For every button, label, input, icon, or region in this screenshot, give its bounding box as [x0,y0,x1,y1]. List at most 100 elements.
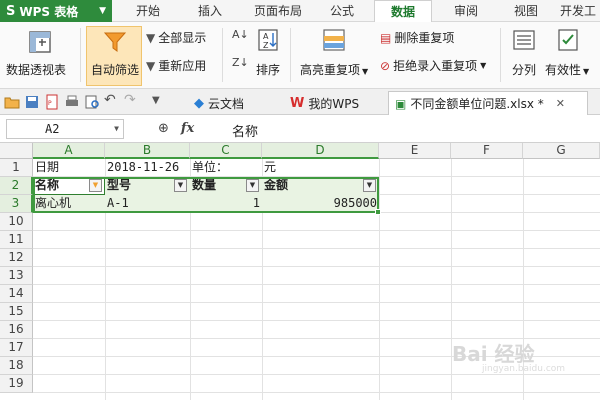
select-all-corner[interactable] [0,143,33,159]
customize-toolbar-icon[interactable]: ▼ [152,95,168,111]
reject-duplicates-icon: ⊘ [380,58,391,73]
delete-duplicates-button[interactable]: ▤ 删除重复项 [380,29,454,46]
formula-bar: A2 ▼ ⊕ fx 名称 [0,115,600,143]
reapply-label: 重新应用 [158,59,207,73]
tab-developer[interactable]: 开发工 [560,0,600,22]
row-header-18[interactable]: 18 [0,357,33,375]
reject-duplicates-label: 拒绝录入重复项 [393,59,478,73]
save-icon[interactable] [24,94,40,110]
col-header-g[interactable]: G [523,143,600,159]
cell-b1[interactable]: 2018-11-26 [105,159,190,177]
tab-review[interactable]: 审阅 [440,0,492,22]
fx-icon[interactable]: fx [181,121,194,136]
sheet-file-icon: ▣ [395,96,407,111]
tab-page-layout[interactable]: 页面布局 [246,0,310,22]
cell-ref: A2 [45,122,60,136]
open-folder-icon[interactable] [4,94,20,110]
chevron-down-icon[interactable]: ▼ [114,120,119,138]
name-box[interactable]: A2 ▼ [6,119,124,139]
reapply-button[interactable]: ▼ 重新应用 [146,57,206,74]
sort-label: 排序 [256,63,281,77]
row-header-11[interactable]: 11 [0,231,33,249]
gridline [33,374,600,375]
col-header-f[interactable]: F [451,143,523,159]
row-header-17[interactable]: 17 [0,339,33,357]
gridline [33,320,600,321]
cell-c1[interactable]: 单位： [190,159,262,177]
redo-icon[interactable]: ↷ [124,92,140,108]
row-header-3[interactable]: 3 [0,195,33,213]
col-header-c[interactable]: C [190,143,262,159]
chevron-down-icon: ▼ [99,6,106,16]
formula-input[interactable]: 名称 [232,121,258,140]
tab-insert[interactable]: 插入 [186,0,234,22]
show-all-label: 全部显示 [158,31,207,45]
export-pdf-icon[interactable]: P [44,94,60,110]
cell-a1[interactable]: 日期 [33,159,105,177]
app-menu-button[interactable]: S WPS 表格 ▼ [0,0,112,22]
svg-text:A: A [263,32,269,41]
delete-duplicates-label: 删除重复项 [394,31,455,45]
gridline [33,266,600,267]
close-icon[interactable]: ✕ [556,97,565,110]
gridline [33,248,600,249]
col-header-a[interactable]: A [33,143,105,159]
doc-tab-active[interactable]: ▣ 不同金额单位问题.xlsx * ✕ [388,91,588,115]
reject-duplicates-button[interactable]: ⊘ 拒绝录入重复项 ▼ [380,57,486,74]
row-header-14[interactable]: 14 [0,285,33,303]
row-header-15[interactable]: 15 [0,303,33,321]
gridline [379,159,380,400]
ribbon-separator [80,28,81,82]
sort-asc-button[interactable]: A↓ [232,28,249,41]
funnel-small-icon: ▼ [146,30,156,45]
ribbon-separator [500,28,501,82]
gridline [33,284,600,285]
wps-icon: W [290,95,305,111]
print-icon[interactable] [64,94,80,110]
watermark-sub: jingyan.baidu.com [482,364,566,374]
validity-icon [558,29,578,51]
gridline [33,302,600,303]
tab-home[interactable]: 开始 [126,0,170,22]
highlight-duplicates-icon [323,29,345,51]
undo-icon[interactable]: ↶ [104,92,120,108]
cell-d1[interactable]: 元 [262,159,379,177]
watermark-text: Bai 经验 [452,342,535,366]
sort-az-icon: A Z [258,29,278,51]
app-title: WPS 表格 [19,4,79,19]
row-header-1[interactable]: 1 [0,159,33,177]
doc-tab-label: 我的WPS [308,96,360,111]
ribbon-separator [290,28,291,82]
print-preview-icon[interactable] [84,94,100,110]
svg-text:P: P [48,100,52,107]
split-column-label: 分列 [512,63,537,77]
wps-logo-icon: S [6,3,16,19]
tab-data[interactable]: 数据 [374,0,432,22]
svg-text:Z: Z [263,41,269,50]
cloud-icon: ◆ [194,95,204,111]
fill-handle[interactable] [375,209,381,215]
ribbon-data: 数据透视表 自动筛选 ▼ 全部显示 ▼ 重新应用 A↓ Z↓ A Z 排序 高亮… [0,22,600,89]
col-header-e[interactable]: E [379,143,451,159]
row-header-19[interactable]: 19 [0,375,33,393]
row-header-2[interactable]: 2 [0,177,33,195]
doc-tab-mywps[interactable]: W 我的WPS [284,91,365,115]
quick-access-bar: P ↶ ↷ ▼ ◆ 云文档 W 我的WPS ▣ 不同金额单位问题.xlsx * … [0,89,600,115]
tab-formula[interactable]: 公式 [318,0,366,22]
sort-desc-button[interactable]: Z↓ [232,56,249,69]
show-all-button[interactable]: ▼ 全部显示 [146,29,206,46]
row-header-13[interactable]: 13 [0,267,33,285]
row-header-10[interactable]: 10 [0,213,33,231]
doc-tab-label: 不同金额单位问题.xlsx * [410,97,544,111]
pivot-table-label: 数据透视表 [6,63,67,77]
doc-tab-cloud[interactable]: ◆ 云文档 [188,91,250,115]
col-header-b[interactable]: B [105,143,190,159]
highlight-duplicates-label: 高亮重复项 ▼ [300,63,369,77]
tab-view[interactable]: 视图 [500,0,552,22]
row-header-16[interactable]: 16 [0,321,33,339]
row-header-12[interactable]: 12 [0,249,33,267]
menu-bar: S WPS 表格 ▼ 开始 插入 页面布局 公式 数据 审阅 视图 开发工 [0,0,600,22]
col-header-d[interactable]: D [262,143,379,159]
chevron-down-icon: ▼ [480,61,487,70]
zoom-icon[interactable]: ⊕ [158,121,169,136]
